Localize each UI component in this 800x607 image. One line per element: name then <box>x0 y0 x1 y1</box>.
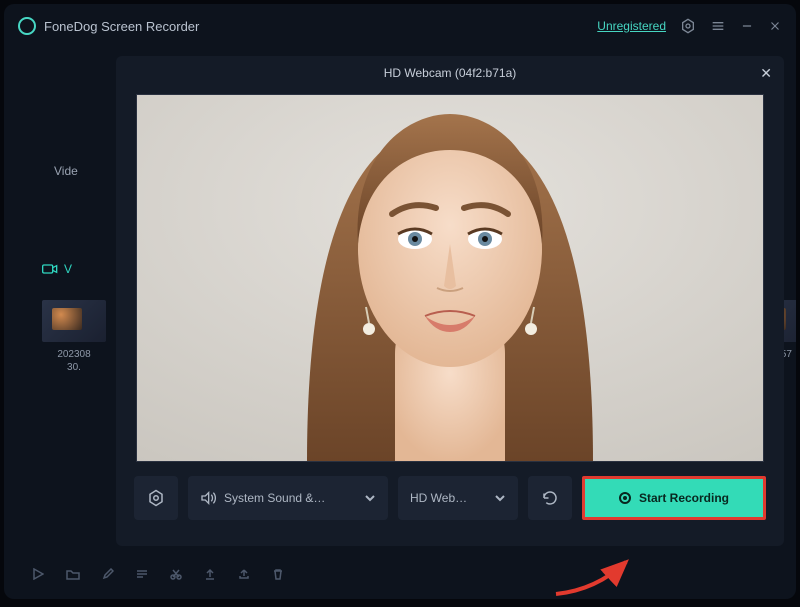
start-recording-button[interactable]: Start Recording <box>582 476 766 520</box>
refresh-icon <box>541 489 559 507</box>
hamburger-menu-icon[interactable] <box>710 18 726 34</box>
gear-icon <box>147 489 165 507</box>
webcam-preview-modal: HD Webcam (04f2:b71a) ✕ <box>116 56 784 546</box>
filter-tab-label: V <box>64 262 72 276</box>
trash-icon[interactable] <box>272 568 284 580</box>
app-logo-icon <box>18 17 36 35</box>
start-recording-label: Start Recording <box>639 491 729 505</box>
camera-source-label: HD Web… <box>410 491 467 505</box>
share-icon[interactable] <box>238 568 250 580</box>
app-title: FoneDog Screen Recorder <box>44 19 199 34</box>
modal-close-icon[interactable]: ✕ <box>760 65 772 82</box>
record-icon <box>619 492 631 504</box>
recording-thumbnail[interactable]: 20230830. <box>42 300 106 374</box>
audio-source-label: System Sound &… <box>224 491 325 505</box>
thumbnail-image <box>42 300 106 342</box>
record-settings-button[interactable] <box>134 476 178 520</box>
volume-icon <box>200 491 216 505</box>
camera-icon <box>42 263 58 275</box>
cut-icon[interactable] <box>170 568 182 580</box>
minimize-button[interactable] <box>740 19 754 33</box>
export-icon[interactable] <box>204 568 216 580</box>
webcam-preview-area <box>136 94 764 462</box>
mode-label-video: Vide <box>54 164 78 178</box>
refresh-button[interactable] <box>528 476 572 520</box>
modal-title: HD Webcam (04f2:b71a) <box>384 66 517 80</box>
settings-gear-icon[interactable] <box>680 18 696 34</box>
chevron-down-icon <box>494 492 506 504</box>
camera-source-dropdown[interactable]: HD Web… <box>398 476 518 520</box>
playlist-icon[interactable] <box>136 568 148 580</box>
folder-icon[interactable] <box>66 568 80 580</box>
chevron-down-icon <box>364 492 376 504</box>
close-button[interactable] <box>768 19 782 33</box>
filter-tab-active[interactable]: V <box>42 262 72 276</box>
registration-status-link[interactable]: Unregistered <box>597 19 666 33</box>
rename-icon[interactable] <box>102 568 114 580</box>
audio-source-dropdown[interactable]: System Sound &… <box>188 476 388 520</box>
thumbnail-caption: 20230830. <box>42 348 106 374</box>
play-icon[interactable] <box>32 568 44 580</box>
